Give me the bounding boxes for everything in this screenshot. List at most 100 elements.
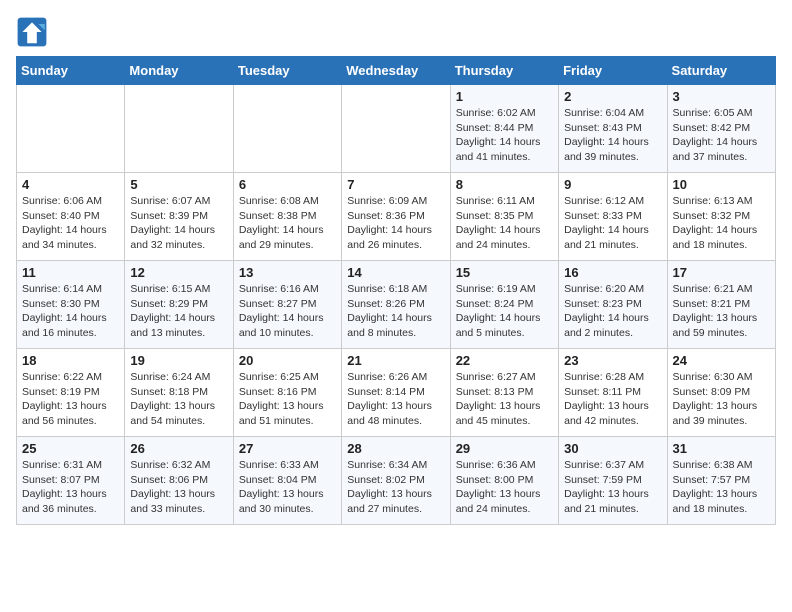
day-cell: 19 Sunrise: 6:24 AM Sunset: 8:18 PM Dayli… (125, 349, 233, 437)
day-cell: 13 Sunrise: 6:16 AM Sunset: 8:27 PM Dayli… (233, 261, 341, 349)
day-cell: 6 Sunrise: 6:08 AM Sunset: 8:38 PM Daylig… (233, 173, 341, 261)
day-number: 3 (673, 89, 770, 104)
days-header-row: SundayMondayTuesdayWednesdayThursdayFrid… (17, 57, 776, 85)
day-cell: 22Sunrise: 6:27 AM Sunset: 8:13 PM Dayli… (450, 349, 558, 437)
day-info: Sunrise: 6:13 AM Sunset: 8:32 PM Dayligh… (673, 194, 770, 253)
day-number: 11 (22, 265, 119, 280)
day-info: Sunrise: 6:25 AM Sunset: 8:16 PM Dayligh… (239, 370, 336, 429)
day-info: Sunrise: 6:06 AM Sunset: 8:40 PM Dayligh… (22, 194, 119, 253)
day-cell (125, 85, 233, 173)
day-info: Sunrise: 6:37 AM Sunset: 7:59 PM Dayligh… (564, 458, 661, 517)
day-cell: 17 Sunrise: 6:21 AM Sunset: 8:21 PM Dayli… (667, 261, 775, 349)
day-info: Sunrise: 6:09 AM Sunset: 8:36 PM Dayligh… (347, 194, 444, 253)
day-cell: 12 Sunrise: 6:15 AM Sunset: 8:29 PM Dayli… (125, 261, 233, 349)
week-row-1: 1 Sunrise: 6:02 AM Sunset: 8:44 PM Daylig… (17, 85, 776, 173)
day-header-thursday: Thursday (450, 57, 558, 85)
week-row-2: 4 Sunrise: 6:06 AM Sunset: 8:40 PM Daylig… (17, 173, 776, 261)
day-info: Sunrise: 6:22 AM Sunset: 8:19 PM Dayligh… (22, 370, 119, 429)
day-number: 6 (239, 177, 336, 192)
day-cell: 7 Sunrise: 6:09 AM Sunset: 8:36 PM Daylig… (342, 173, 450, 261)
day-cell (233, 85, 341, 173)
day-info: Sunrise: 6:19 AM Sunset: 8:24 PM Dayligh… (456, 282, 553, 341)
day-number: 30 (564, 441, 661, 456)
day-cell: 11Sunrise: 6:14 AM Sunset: 8:30 PM Dayli… (17, 261, 125, 349)
day-number: 31 (673, 441, 770, 456)
day-cell: 4 Sunrise: 6:06 AM Sunset: 8:40 PM Daylig… (17, 173, 125, 261)
day-cell: 31 Sunrise: 6:38 AM Sunset: 7:57 PM Dayli… (667, 437, 775, 525)
day-header-saturday: Saturday (667, 57, 775, 85)
day-number: 21 (347, 353, 444, 368)
day-number: 10 (673, 177, 770, 192)
calendar-table: SundayMondayTuesdayWednesdayThursdayFrid… (16, 56, 776, 525)
day-cell: 10 Sunrise: 6:13 AM Sunset: 8:32 PM Dayli… (667, 173, 775, 261)
header (16, 16, 776, 48)
day-info: Sunrise: 6:30 AM Sunset: 8:09 PM Dayligh… (673, 370, 770, 429)
day-number: 13 (239, 265, 336, 280)
day-number: 7 (347, 177, 444, 192)
day-header-sunday: Sunday (17, 57, 125, 85)
day-info: Sunrise: 6:21 AM Sunset: 8:21 PM Dayligh… (673, 282, 770, 341)
day-number: 8 (456, 177, 553, 192)
day-header-friday: Friday (559, 57, 667, 85)
week-row-3: 11Sunrise: 6:14 AM Sunset: 8:30 PM Dayli… (17, 261, 776, 349)
day-cell: 5 Sunrise: 6:07 AM Sunset: 8:39 PM Daylig… (125, 173, 233, 261)
day-cell: 16 Sunrise: 6:20 AM Sunset: 8:23 PM Dayli… (559, 261, 667, 349)
day-number: 2 (564, 89, 661, 104)
day-cell: 9 Sunrise: 6:12 AM Sunset: 8:33 PM Daylig… (559, 173, 667, 261)
day-info: Sunrise: 6:11 AM Sunset: 8:35 PM Dayligh… (456, 194, 553, 253)
day-cell (342, 85, 450, 173)
day-cell: 28 Sunrise: 6:34 AM Sunset: 8:02 PM Dayli… (342, 437, 450, 525)
day-info: Sunrise: 6:04 AM Sunset: 8:43 PM Dayligh… (564, 106, 661, 165)
day-number: 15 (456, 265, 553, 280)
day-cell: 27 Sunrise: 6:33 AM Sunset: 8:04 PM Dayli… (233, 437, 341, 525)
day-number: 4 (22, 177, 119, 192)
day-info: Sunrise: 6:34 AM Sunset: 8:02 PM Dayligh… (347, 458, 444, 517)
day-info: Sunrise: 6:26 AM Sunset: 8:14 PM Dayligh… (347, 370, 444, 429)
day-number: 27 (239, 441, 336, 456)
day-info: Sunrise: 6:18 AM Sunset: 8:26 PM Dayligh… (347, 282, 444, 341)
day-info: Sunrise: 6:33 AM Sunset: 8:04 PM Dayligh… (239, 458, 336, 517)
day-cell: 14 Sunrise: 6:18 AM Sunset: 8:26 PM Dayli… (342, 261, 450, 349)
day-info: Sunrise: 6:16 AM Sunset: 8:27 PM Dayligh… (239, 282, 336, 341)
day-number: 1 (456, 89, 553, 104)
day-number: 5 (130, 177, 227, 192)
day-info: Sunrise: 6:31 AM Sunset: 8:07 PM Dayligh… (22, 458, 119, 517)
day-info: Sunrise: 6:36 AM Sunset: 8:00 PM Dayligh… (456, 458, 553, 517)
day-info: Sunrise: 6:15 AM Sunset: 8:29 PM Dayligh… (130, 282, 227, 341)
day-number: 12 (130, 265, 227, 280)
day-number: 25 (22, 441, 119, 456)
day-cell: 30 Sunrise: 6:37 AM Sunset: 7:59 PM Dayli… (559, 437, 667, 525)
day-number: 17 (673, 265, 770, 280)
day-info: Sunrise: 6:24 AM Sunset: 8:18 PM Dayligh… (130, 370, 227, 429)
day-number: 26 (130, 441, 227, 456)
day-number: 20 (239, 353, 336, 368)
day-cell: 24Sunrise: 6:30 AM Sunset: 8:09 PM Dayli… (667, 349, 775, 437)
day-info: Sunrise: 6:28 AM Sunset: 8:11 PM Dayligh… (564, 370, 661, 429)
day-number: 16 (564, 265, 661, 280)
day-number: 18 (22, 353, 119, 368)
week-row-4: 18 Sunrise: 6:22 AM Sunset: 8:19 PM Dayli… (17, 349, 776, 437)
day-info: Sunrise: 6:07 AM Sunset: 8:39 PM Dayligh… (130, 194, 227, 253)
day-info: Sunrise: 6:12 AM Sunset: 8:33 PM Dayligh… (564, 194, 661, 253)
day-info: Sunrise: 6:02 AM Sunset: 8:44 PM Dayligh… (456, 106, 553, 165)
logo-icon (16, 16, 48, 48)
day-cell: 18 Sunrise: 6:22 AM Sunset: 8:19 PM Dayli… (17, 349, 125, 437)
day-cell: 23 Sunrise: 6:28 AM Sunset: 8:11 PM Dayli… (559, 349, 667, 437)
day-number: 19 (130, 353, 227, 368)
day-cell: 3Sunrise: 6:05 AM Sunset: 8:42 PM Daylig… (667, 85, 775, 173)
day-info: Sunrise: 6:32 AM Sunset: 8:06 PM Dayligh… (130, 458, 227, 517)
day-info: Sunrise: 6:27 AM Sunset: 8:13 PM Dayligh… (456, 370, 553, 429)
day-cell: 1 Sunrise: 6:02 AM Sunset: 8:44 PM Daylig… (450, 85, 558, 173)
day-info: Sunrise: 6:20 AM Sunset: 8:23 PM Dayligh… (564, 282, 661, 341)
day-number: 23 (564, 353, 661, 368)
day-number: 9 (564, 177, 661, 192)
day-info: Sunrise: 6:08 AM Sunset: 8:38 PM Dayligh… (239, 194, 336, 253)
day-cell: 20 Sunrise: 6:25 AM Sunset: 8:16 PM Dayli… (233, 349, 341, 437)
day-info: Sunrise: 6:38 AM Sunset: 7:57 PM Dayligh… (673, 458, 770, 517)
day-header-wednesday: Wednesday (342, 57, 450, 85)
day-number: 28 (347, 441, 444, 456)
week-row-5: 25 Sunrise: 6:31 AM Sunset: 8:07 PM Dayli… (17, 437, 776, 525)
day-cell: 29Sunrise: 6:36 AM Sunset: 8:00 PM Dayli… (450, 437, 558, 525)
day-header-monday: Monday (125, 57, 233, 85)
day-number: 14 (347, 265, 444, 280)
